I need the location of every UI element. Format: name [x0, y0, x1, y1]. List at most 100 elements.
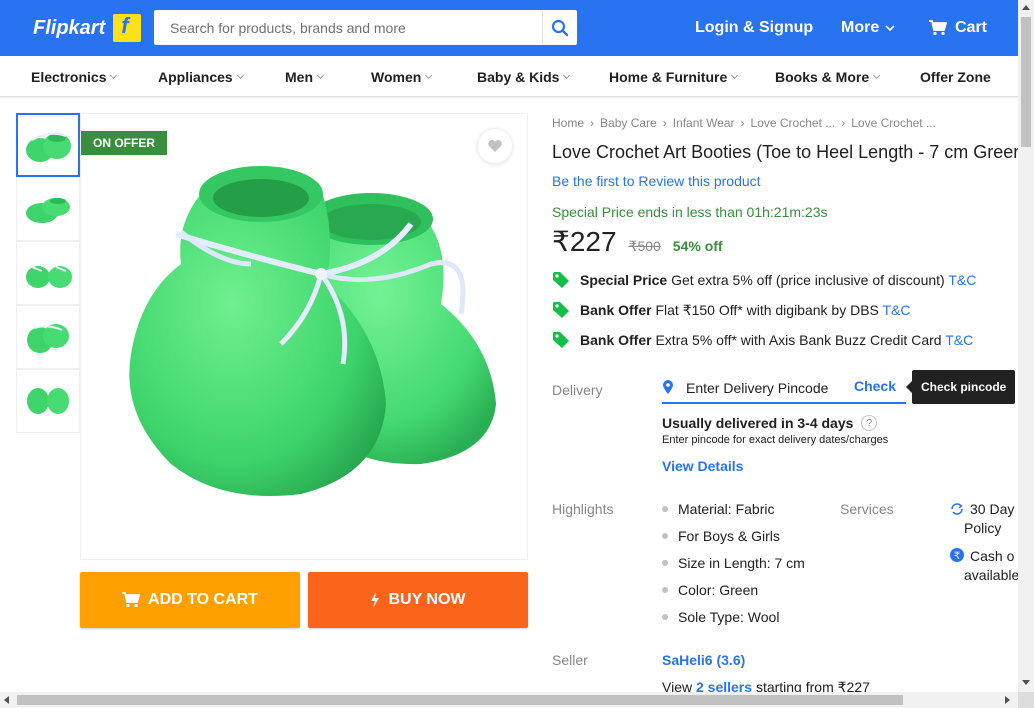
breadcrumb-item[interactable]: Baby Care	[600, 116, 657, 130]
thumbnail-4[interactable]	[16, 305, 80, 369]
heart-icon	[488, 140, 502, 152]
special-price-timer: Special Price ends in less than 01h:21m:…	[552, 204, 828, 220]
pincode-input[interactable]	[686, 378, 846, 398]
add-to-cart-button[interactable]: ADD TO CART	[80, 572, 300, 628]
service-line: 30 Day	[970, 501, 1015, 517]
category-women[interactable]: Women	[371, 69, 433, 85]
first-review-link[interactable]: Be the first to Review this product	[552, 173, 761, 189]
scroll-down-icon[interactable]	[1022, 680, 1030, 685]
category-baby-kids[interactable]: Baby & Kids	[477, 69, 571, 85]
buy-now-button[interactable]: BUY NOW	[308, 572, 528, 628]
scrollbar-thumb[interactable]	[1021, 17, 1031, 147]
chevron-right-icon: ›	[740, 116, 745, 130]
scroll-right-icon[interactable]	[1005, 696, 1010, 704]
offer-text: Get extra 5% off (price inclusive of dis…	[671, 272, 945, 288]
service-line: available	[964, 567, 1020, 583]
highlight-text: Sole Type: Wool	[678, 609, 780, 625]
scroll-up-icon[interactable]	[1022, 5, 1030, 10]
selling-price: ₹227	[552, 226, 617, 257]
category-label: Women	[371, 69, 422, 85]
highlights-label: Highlights	[552, 501, 614, 517]
service-line: Policy	[964, 520, 1002, 536]
login-signup-link[interactable]: Login & Signup	[695, 19, 813, 37]
list-item: For Boys & Girls	[662, 528, 805, 555]
product-thumbnail-image	[26, 132, 71, 162]
chevron-down-icon	[316, 71, 325, 80]
category-books-more[interactable]: Books & More	[775, 69, 881, 85]
main-product-image[interactable]: ON OFFER	[80, 113, 528, 560]
offer-text: Extra 5% off* with Axis Bank Buzz Credit…	[655, 332, 942, 348]
services-label: Services	[840, 501, 894, 517]
product-thumbnail-image	[27, 324, 69, 353]
chevron-right-icon: ›	[662, 116, 667, 130]
search-icon	[551, 19, 569, 36]
bullet-icon	[662, 506, 668, 512]
question-icon[interactable]: ?	[861, 415, 878, 431]
more-label: More	[841, 19, 880, 36]
offer-item: Special Price Get extra 5% off (price in…	[552, 271, 976, 289]
chevron-down-icon	[563, 71, 571, 80]
chevron-right-icon: ›	[841, 116, 846, 130]
bullet-icon	[662, 587, 668, 593]
breadcrumb-item[interactable]: Love Crochet ...	[851, 116, 936, 130]
category-appliances[interactable]: Appliances	[158, 69, 244, 85]
category-offer-zone[interactable]: Offer Zone	[920, 69, 991, 85]
thumbnail-3[interactable]	[16, 241, 80, 305]
thumbnail-list	[16, 113, 80, 433]
seller-name-link[interactable]: SaHeli6 (3.6)	[662, 652, 745, 668]
offer-text: Flat ₹150 Off* with digibank by DBS	[655, 301, 879, 318]
highlight-text: For Boys & Girls	[678, 528, 780, 544]
delivery-subtext: Enter pincode for exact delivery dates/c…	[662, 434, 889, 446]
search-button[interactable]	[542, 10, 577, 45]
horizontal-scrollbar[interactable]	[0, 692, 1034, 708]
category-home-furniture[interactable]: Home & Furniture	[609, 69, 739, 85]
cart-icon	[122, 592, 141, 608]
category-electronics[interactable]: Electronics	[31, 69, 118, 85]
view-details-link[interactable]: View Details	[662, 458, 743, 474]
tag-icon	[553, 272, 569, 288]
check-pincode-button[interactable]: Check	[854, 378, 896, 394]
breadcrumb-item[interactable]: Infant Wear	[673, 116, 735, 130]
category-men[interactable]: Men	[285, 69, 325, 85]
offer-tc-link[interactable]: T&C	[883, 302, 911, 318]
offer-item: Bank Offer Extra 5% off* with Axis Bank …	[552, 331, 973, 349]
cart-button[interactable]: Cart	[929, 19, 987, 37]
vertical-scrollbar[interactable]	[1018, 0, 1034, 692]
delivery-label: Delivery	[552, 382, 603, 398]
breadcrumb-item[interactable]: Love Crochet ...	[751, 116, 836, 130]
on-offer-badge: ON OFFER	[81, 131, 167, 155]
chevron-down-icon	[425, 71, 433, 80]
flipkart-logo[interactable]: Flipkart	[33, 13, 142, 42]
highlight-text: Size in Length: 7 cm	[678, 555, 805, 571]
chevron-down-icon	[731, 71, 739, 80]
thumbnail-2[interactable]	[16, 177, 80, 241]
service-item: ₹ Cash o available	[950, 547, 1019, 585]
more-menu[interactable]: More	[841, 19, 895, 37]
breadcrumb-item[interactable]: Home	[552, 116, 584, 130]
buy-now-label: BUY NOW	[388, 591, 466, 608]
pincode-field: Check	[662, 374, 906, 404]
wishlist-button[interactable]	[477, 128, 513, 164]
crochet-booties-image	[129, 166, 496, 496]
price-row: ₹227 ₹500 54% off	[552, 225, 723, 258]
thumbnail-5[interactable]	[16, 369, 80, 433]
product-thumbnail-image	[26, 198, 70, 223]
tag-icon	[553, 302, 569, 318]
category-label: Electronics	[31, 69, 107, 85]
offer-tc-link[interactable]: T&C	[945, 332, 973, 348]
search-input[interactable]	[154, 10, 542, 45]
chevron-down-icon	[873, 71, 881, 80]
chevron-down-icon	[236, 71, 244, 80]
thumbnail-1[interactable]	[16, 113, 80, 177]
svg-text:₹: ₹	[954, 551, 960, 562]
original-price: ₹500	[628, 238, 661, 254]
offer-tc-link[interactable]: T&C	[948, 272, 976, 288]
scrollbar-thumb[interactable]	[17, 695, 903, 705]
category-label: Offer Zone	[920, 69, 991, 85]
scroll-left-icon[interactable]	[4, 696, 9, 704]
category-nav: Electronics Appliances Men Women Baby & …	[0, 56, 1018, 97]
bullet-icon	[662, 614, 668, 620]
service-line: Cash o	[970, 548, 1015, 564]
bullet-icon	[662, 533, 668, 539]
delivery-estimate: Usually delivered in 3-4 days ?	[662, 415, 878, 431]
